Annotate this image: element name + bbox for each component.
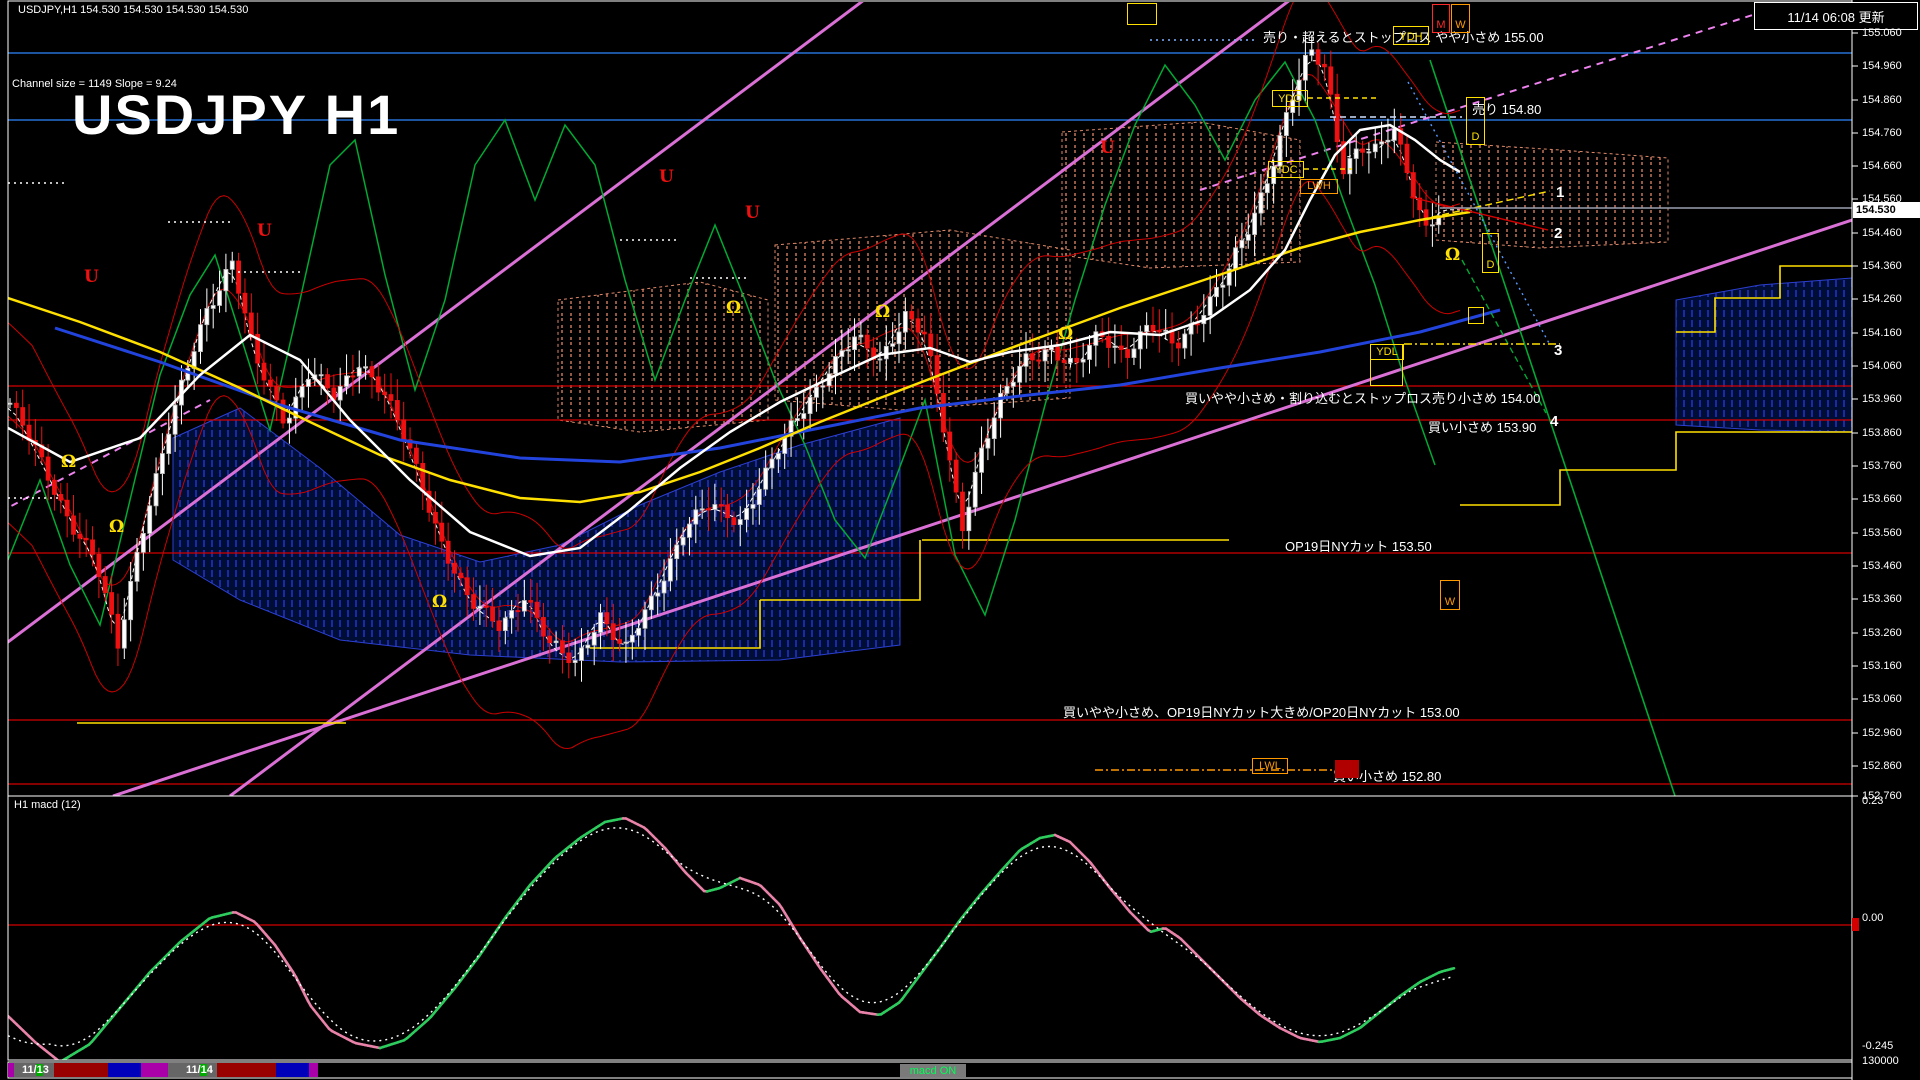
level-tag-W: W [1440,580,1460,610]
trade-annotation-2: 買いやや小さめ・割り込むとストップロス売り小さめ 154.00 [1185,388,1540,407]
timeline-segment [54,1063,108,1077]
sell-marker-icon: U [659,167,674,187]
price-tick-152.860: 152.860 [1862,760,1902,772]
macd-pane [8,818,1852,1061]
trendline-number-2: 2 [1554,225,1562,242]
price-tick-154.060: 154.060 [1862,360,1902,372]
timeline-segment [276,1063,309,1077]
macd-indicator-label: H1 macd (12) [14,799,81,811]
trading-chart-window: USDJPY,H1 154.530 154.530 154.530 154.53… [0,0,1920,1080]
price-tick-154.360: 154.360 [1862,260,1902,272]
sell-marker-icon: U [745,203,760,223]
price-tick-153.660: 153.660 [1862,493,1902,505]
level-tag-D: D [1466,97,1485,145]
level-tag-W: W [1451,4,1470,33]
level-tag-YDH: YDH [1393,26,1429,45]
price-tick-153.060: 153.060 [1862,693,1902,705]
projected-cloud [1436,142,1668,248]
buy-marker-icon: Ω [1445,245,1460,265]
watermark-symbol: USDJPY H1 [72,82,400,147]
buy-marker-icon: Ω [61,452,76,472]
price-tick-154.260: 154.260 [1862,293,1902,305]
level-tag-box [1335,760,1359,778]
update-time-badge: 11/14 06:08 更新 [1754,2,1918,30]
buy-marker-icon: Ω [432,592,447,612]
macd-toggle-button[interactable]: macd ON [900,1064,966,1077]
sell-marker-icon: U [1100,138,1115,158]
sell-marker-icon: U [257,221,272,241]
price-tick-154.160: 154.160 [1862,327,1902,339]
price-tick-155.060: 155.060 [1862,27,1902,39]
trendline-number-4: 4 [1550,413,1558,430]
price-tick-153.760: 153.760 [1862,460,1902,472]
timeline-segment [217,1063,276,1077]
level-tag-YDO: YDO [1272,90,1308,107]
level-tag-YDL: YDL [1370,344,1404,360]
level-tag-LWH: LWH [1300,179,1338,194]
trade-annotation-5: 買いやや小さめ、OP19日NYカット大きめ/OP20日NYカット 153.00 [1063,702,1460,721]
price-tick-153.960: 153.960 [1862,393,1902,405]
option-step-line [1460,432,1852,505]
price-tick-154.860: 154.860 [1862,94,1902,106]
price-tick-153.360: 153.360 [1862,593,1902,605]
timeline-segment [108,1063,141,1077]
buy-marker-icon: Ω [875,302,890,322]
date-label-11/14[interactable]: 11/14 [186,1064,213,1076]
level-tag-LWL: LWL [1252,758,1288,774]
price-tick-153.460: 153.460 [1862,560,1902,572]
macd-tick-130000: 130000 [1862,1055,1899,1067]
price-tick-153.560: 153.560 [1862,527,1902,539]
trendline-number-1: 1 [1556,184,1564,201]
level-tag-YDC: YDC [1268,161,1304,178]
level-tag-box [1127,3,1157,25]
trade-annotation-3: 買い小さめ 153.90 [1428,417,1536,436]
macd-tick-0.23: 0.23 [1862,795,1883,807]
price-tick-153.260: 153.260 [1862,627,1902,639]
timeline-segment [309,1063,318,1077]
chart-canvas[interactable] [0,0,1920,1080]
price-tick-153.160: 153.160 [1862,660,1902,672]
price-tick-152.960: 152.960 [1862,727,1902,739]
trade-annotation-4: OP19日NYカット 153.50 [1285,536,1432,555]
macd-signal-line [8,828,1454,1046]
price-tick-154.560: 154.560 [1862,193,1902,205]
price-tick-154.660: 154.660 [1862,160,1902,172]
price-tick-154.760: 154.760 [1862,127,1902,139]
macd-tick--0.245: -0.245 [1862,1040,1893,1052]
sell-marker-icon: U [84,267,99,287]
buy-marker-icon: Ω [1058,324,1073,344]
buy-marker-icon: Ω [726,298,741,318]
level-tag-box [1468,307,1484,324]
date-label-11/13[interactable]: 11/13 [22,1064,49,1076]
price-tick-153.860: 153.860 [1862,427,1902,439]
level-tag-D: D [1482,233,1499,273]
buy-marker-icon: Ω [109,517,124,537]
timeline-segment [141,1063,168,1077]
price-tick-154.960: 154.960 [1862,60,1902,72]
level-tag-M: M [1432,4,1450,33]
price-tick-154.460: 154.460 [1862,227,1902,239]
symbol-title: USDJPY,H1 154.530 154.530 154.530 154.53… [18,4,248,16]
trendline-number-3: 3 [1554,342,1562,359]
macd-tick-0.00: 0.00 [1862,912,1883,924]
